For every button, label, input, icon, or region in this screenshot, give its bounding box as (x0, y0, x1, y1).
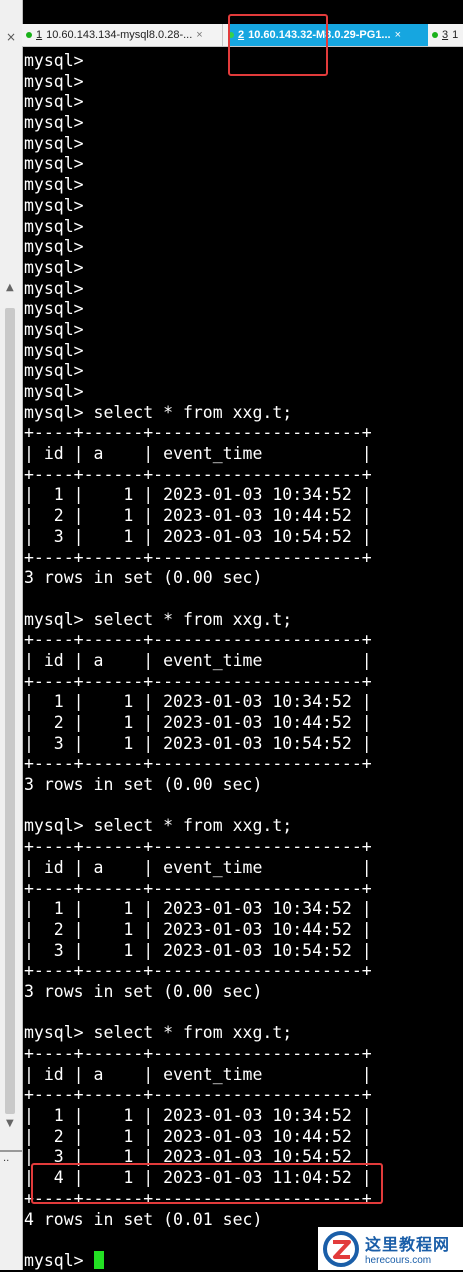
terminal-line: | id | a | event_time | (24, 1064, 372, 1084)
terminal-line: +----+------+---------------------+ (24, 754, 372, 774)
prompt-text: mysql> (24, 1250, 94, 1270)
terminal-line: +----+------+---------------------+ (24, 878, 372, 898)
tab-close-icon[interactable]: × (395, 29, 401, 41)
terminal-line: mysql> (24, 361, 84, 381)
terminal-line: +----+------+---------------------+ (24, 1085, 372, 1105)
scroll-down-arrow-icon[interactable]: ▼ (6, 1118, 14, 1129)
terminal-line: 3 rows in set (0.00 sec) (24, 981, 263, 1001)
terminal-line: mysql> (24, 319, 84, 339)
terminal-line: | 1 | 1 | 2023-01-03 10:34:52 | (24, 485, 372, 505)
terminal-line: | 1 | 1 | 2023-01-03 10:34:52 | (24, 1106, 372, 1126)
terminal-line: | 3 | 1 | 2023-01-03 10:54:52 | (24, 733, 372, 753)
terminal-line: +----+------+---------------------+ (24, 1044, 372, 1063)
terminal-line: +----+------+---------------------+ (24, 547, 372, 567)
tab-number: 3 (442, 29, 449, 41)
terminal-line: mysql> select * from xxg.t; (24, 1023, 293, 1043)
tab-close-icon[interactable]: × (196, 29, 202, 41)
terminal-line: +----+------+---------------------+ (24, 671, 372, 691)
terminal-line: mysql> (24, 257, 84, 277)
terminal-line: +----+------+---------------------+ (24, 630, 372, 650)
highlight-box-new-row (31, 1163, 383, 1204)
terminal-line: mysql> (24, 92, 84, 112)
terminal-line: mysql> (24, 133, 84, 153)
terminal-line: | 2 | 1 | 2023-01-03 10:44:52 | (24, 506, 372, 526)
terminal-line: | 1 | 1 | 2023-01-03 10:34:52 | (24, 899, 372, 919)
terminal-line: mysql> (24, 340, 84, 360)
terminal-line: mysql> (24, 195, 84, 215)
terminal-line: mysql> (24, 154, 84, 174)
tab-number: 1 (36, 29, 43, 41)
terminal-line: mysql> (24, 216, 84, 236)
terminal-line: mysql> (24, 113, 84, 133)
terminal-line: mysql> select * from xxg.t; (24, 609, 293, 629)
highlight-box-active-tab (228, 14, 328, 76)
terminal-line: | 2 | 1 | 2023-01-03 10:44:52 | (24, 1126, 372, 1146)
side-panel-edge: × ▲ ▼ ·· (0, 0, 23, 1270)
terminal-line: | id | a | event_time | (24, 857, 372, 877)
panel-control-icon[interactable]: ·· (3, 1156, 9, 1167)
terminal-line: +----+------+---------------------+ (24, 464, 372, 484)
terminal-line: | 2 | 1 | 2023-01-03 10:44:52 | (24, 919, 372, 939)
terminal-line: | 1 | 1 | 2023-01-03 10:34:52 | (24, 692, 372, 712)
terminal-line: | 2 | 1 | 2023-01-03 10:44:52 | (24, 713, 372, 732)
scroll-up-arrow-icon[interactable]: ▲ (6, 282, 14, 293)
terminal-line: +----+------+---------------------+ (24, 837, 372, 857)
logo-icon (323, 1230, 359, 1267)
connected-status-icon (26, 32, 32, 38)
tab-session-1[interactable]: 1 10.60.143.134-mysql8.0.28-... × (26, 24, 223, 46)
tab-session-3[interactable]: 3 1 (432, 24, 463, 46)
terminal-line: | 3 | 1 | 2023-01-03 10:54:52 | (24, 940, 372, 960)
terminal-line: | id | a | event_time | (24, 444, 372, 464)
terminal-output[interactable]: mysql> mysql> mysql> mysql> mysql> mysql> mysq… (24, 51, 463, 1272)
terminal-line: mysql> (24, 278, 84, 298)
watermark-url: herecours.com (365, 1255, 432, 1266)
terminal-line: mysql> (24, 175, 84, 195)
scrollbar[interactable] (5, 308, 15, 1114)
tab-label: 10.60.143.134-mysql8.0.28-... (46, 29, 193, 41)
terminal-line: mysql> (24, 237, 84, 257)
terminal-line: 3 rows in set (0.00 sec) (24, 775, 263, 795)
close-icon[interactable]: × (6, 30, 16, 44)
terminal-line: +----+------+---------------------+ (24, 961, 372, 981)
terminal-line: | id | a | event_time | (24, 650, 372, 670)
connected-status-icon (432, 32, 438, 38)
terminal-line: | 3 | 1 | 2023-01-03 10:54:52 | (24, 526, 372, 546)
watermark-logo: 这里教程网 herecours.com (318, 1227, 463, 1270)
terminal-line: mysql> select * from xxg.t; (24, 816, 293, 836)
text-cursor (93, 1250, 104, 1269)
divider (0, 1150, 22, 1152)
terminal-line: mysql> (24, 382, 84, 401)
watermark-title: 这里教程网 (365, 1235, 451, 1254)
terminal-line: mysql> select * from xxg.t; (24, 402, 293, 422)
tab-label: 1 (452, 29, 459, 41)
terminal-line: +----+------+---------------------+ (24, 423, 372, 443)
terminal-line: mysql> (24, 299, 84, 319)
terminal-line: 3 rows in set (0.00 sec) (24, 568, 263, 588)
